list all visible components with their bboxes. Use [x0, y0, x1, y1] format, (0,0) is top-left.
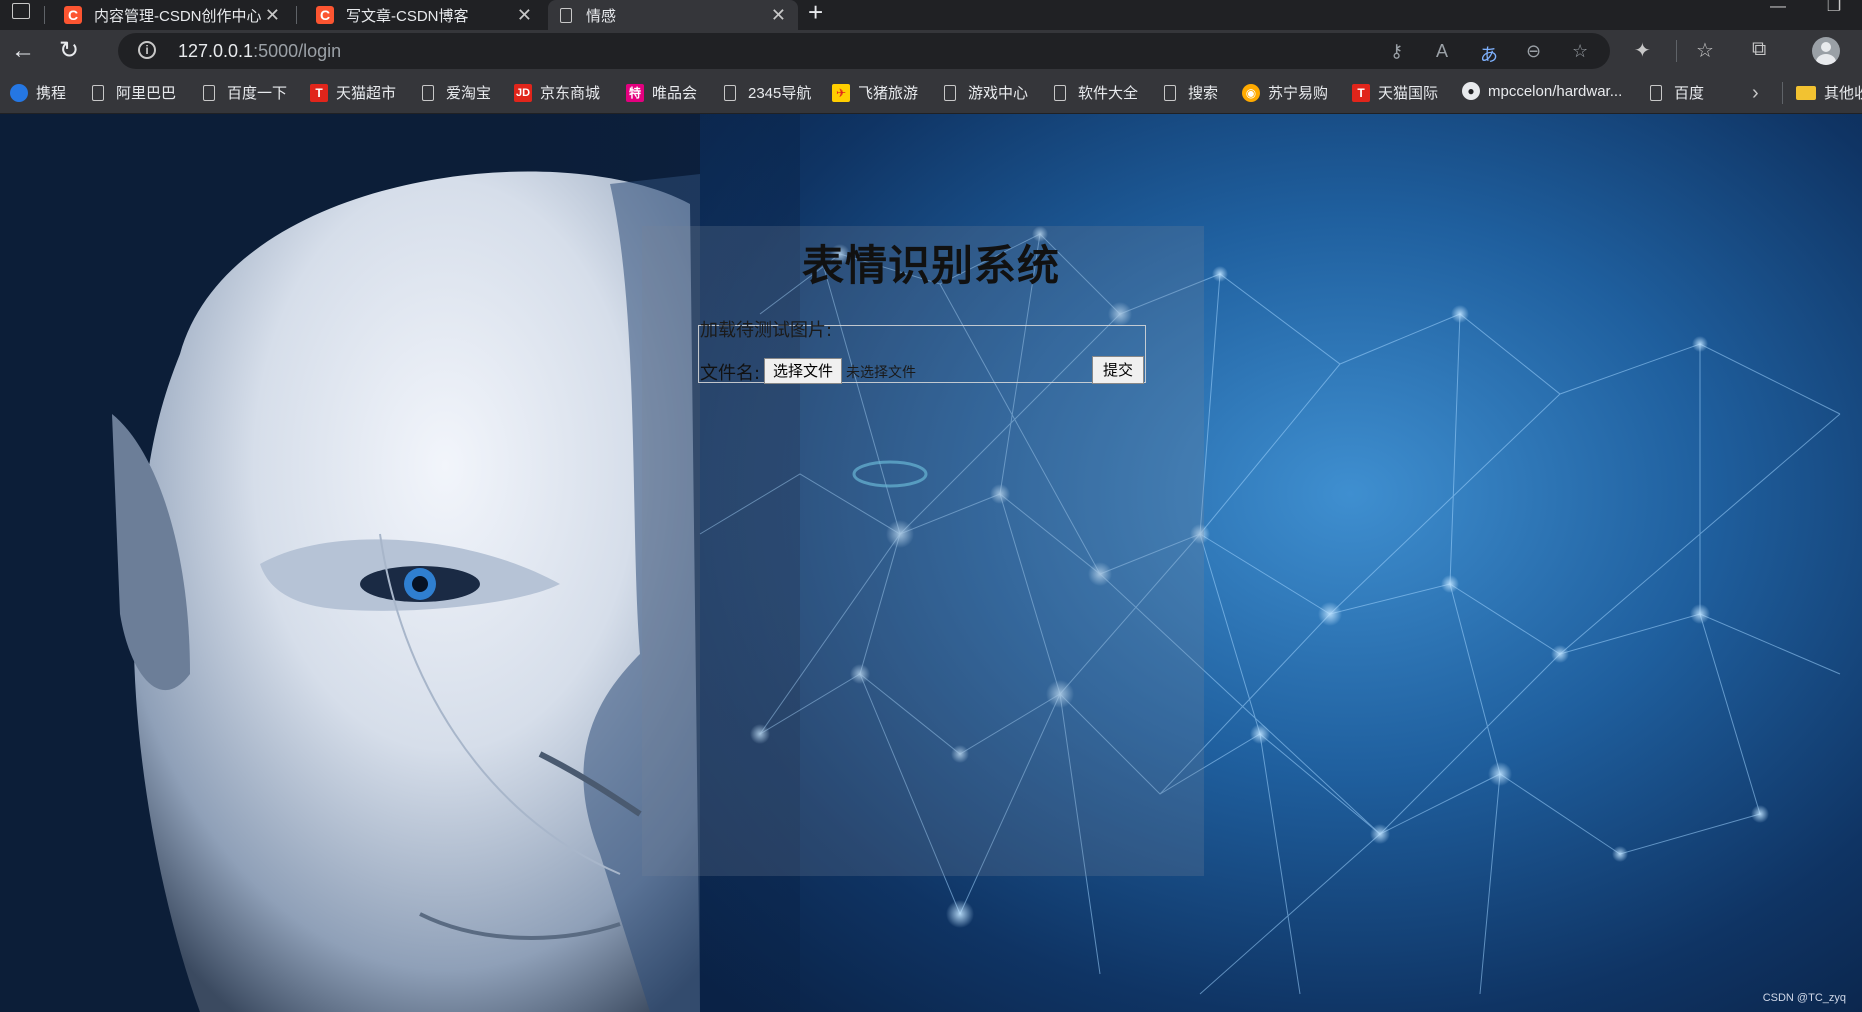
csdn-icon: C: [316, 6, 334, 24]
page-title: 表情识别系统: [801, 241, 1060, 290]
sidebar-toggle-icon[interactable]: [12, 3, 30, 19]
github-icon: ●: [1462, 82, 1480, 100]
toolbar-separator: [1676, 40, 1677, 62]
vip-icon: 特: [626, 83, 644, 102]
key-icon[interactable]: ⚷: [1390, 41, 1403, 62]
bookmark-label: 携程: [36, 85, 67, 102]
zoom-icon[interactable]: ⊖: [1526, 41, 1541, 62]
page-viewport: 表情识别系统 加载待测试图片: 文件名: 选择文件 未选择文件 提交 CSDN …: [0, 114, 1862, 1012]
bookmark-search[interactable]: 搜索: [1164, 82, 1218, 103]
bookmark-baidu-search[interactable]: 百度一下: [203, 82, 287, 103]
restore-icon[interactable]: ❐: [1806, 0, 1862, 30]
bookmark-label: 爱淘宝: [446, 85, 492, 102]
fliggy-icon: ✈: [832, 83, 850, 102]
page-icon: [944, 84, 956, 101]
tab-title: 写文章-CSDN博客: [346, 7, 469, 25]
bookmark-tmall-global[interactable]: T 天猫国际: [1352, 82, 1438, 103]
no-file-selected-text: 未选择文件: [846, 365, 916, 381]
suning-icon: ◉: [1242, 83, 1260, 102]
bookmark-label: 2345导航: [748, 85, 812, 102]
close-icon[interactable]: ✕: [265, 5, 280, 26]
bookmark-label: 天猫超市: [336, 85, 397, 102]
tab-separator: [44, 6, 45, 24]
page-icon: [560, 7, 572, 23]
ctrip-icon: [10, 83, 28, 102]
bookmark-alibaba[interactable]: 阿里巴巴: [92, 82, 176, 103]
favorites-icon[interactable]: ☆: [1696, 38, 1714, 63]
bookmark-label: mpccelon/hardwar...: [1488, 82, 1623, 100]
bookmark-jd[interactable]: JD 京东商城: [514, 82, 600, 103]
choose-file-button[interactable]: 选择文件: [764, 358, 842, 384]
translate-icon[interactable]: あ: [1480, 41, 1498, 67]
tmall-icon: T: [1352, 83, 1370, 102]
bookmark-label: 天猫国际: [1378, 85, 1439, 102]
bookmark-label: 百度一下: [227, 85, 288, 102]
new-tab-button[interactable]: +: [808, 0, 823, 28]
tab-content-manage[interactable]: C 内容管理-CSDN创作中心 ✕: [52, 0, 292, 30]
bookmark-game-center[interactable]: 游戏中心: [944, 82, 1028, 103]
bookmarks-bar: 携程 阿里巴巴 百度一下 T 天猫超市 爱淘宝 JD 京东商城 特唯品会 2345导…: [0, 72, 1862, 114]
bookmark-label: 百度: [1674, 85, 1705, 102]
bookmark-label: 唯品会: [652, 85, 698, 102]
tab-title: 情感: [586, 7, 617, 25]
page-icon: [1054, 84, 1066, 101]
close-icon[interactable]: ✕: [771, 5, 786, 26]
filename-label: 文件名:: [700, 363, 761, 384]
close-icon[interactable]: ✕: [517, 5, 532, 26]
bookmark-label: 软件大全: [1078, 85, 1139, 102]
bookmark-label: 京东商城: [540, 85, 601, 102]
bookmark-separator: [1782, 82, 1783, 104]
page-icon: [422, 84, 434, 101]
add-favorite-icon[interactable]: ☆: [1572, 41, 1588, 62]
page-icon: [203, 84, 215, 101]
reload-icon[interactable]: ↻: [54, 37, 84, 65]
chevron-right-icon[interactable]: ›: [1752, 82, 1759, 105]
tab-title: 内容管理-CSDN创作中心: [94, 7, 262, 25]
bookmark-baidu[interactable]: 百度: [1650, 82, 1704, 103]
address-url[interactable]: 127.0.0.1:5000/login: [178, 41, 341, 62]
bookmark-label: 其他收: [1824, 85, 1862, 102]
bookmark-fliggy[interactable]: ✈ 飞猪旅游: [832, 82, 918, 103]
bookmark-vip[interactable]: 特唯品会: [626, 82, 697, 103]
bookmark-label: 游戏中心: [968, 85, 1029, 102]
bookmark-label: 飞猪旅游: [858, 85, 919, 102]
submit-button[interactable]: 提交: [1092, 356, 1144, 384]
tab-write-article[interactable]: C 写文章-CSDN博客 ✕: [304, 0, 544, 30]
bookmark-ctrip[interactable]: 携程: [10, 82, 66, 103]
bookmark-tmall-supermarket[interactable]: T 天猫超市: [310, 82, 396, 103]
bookmark-other-folder[interactable]: 其他收: [1796, 82, 1862, 103]
bookmark-label: 苏宁易购: [1268, 85, 1329, 102]
load-image-label: 加载待测试图片:: [700, 320, 833, 341]
back-icon[interactable]: ←: [8, 37, 38, 65]
page-icon: [724, 84, 736, 101]
page-icon: [1650, 84, 1662, 101]
read-aloud-icon[interactable]: A: [1436, 41, 1448, 62]
bookmark-ai-taobao[interactable]: 爱淘宝: [422, 82, 491, 103]
profile-avatar[interactable]: [1812, 37, 1840, 65]
bookmark-label: 搜索: [1188, 85, 1219, 102]
tab-emotion[interactable]: 情感 ✕: [548, 0, 798, 30]
browser-toolbar: ← ↻ i 127.0.0.1:5000/login ⚷ A あ ⊖ ☆ ✦ ☆…: [0, 30, 1862, 72]
minimize-icon[interactable]: —: [1750, 0, 1806, 30]
page-icon: [1164, 84, 1176, 101]
folder-icon: [1796, 85, 1816, 100]
tab-separator: [296, 6, 297, 24]
bookmark-github[interactable]: ● mpccelon/hardwar...: [1462, 82, 1622, 100]
address-bar[interactable]: i 127.0.0.1:5000/login ⚷ A あ ⊖ ☆: [118, 33, 1610, 69]
site-info-icon[interactable]: i: [138, 41, 156, 59]
page-icon: [92, 84, 104, 101]
bookmark-label: 阿里巴巴: [116, 85, 177, 102]
tmall-icon: T: [310, 83, 328, 102]
csdn-icon: C: [64, 6, 82, 24]
bookmark-2345[interactable]: 2345导航: [724, 82, 811, 103]
bookmark-software[interactable]: 软件大全: [1054, 82, 1138, 103]
watermark-text: CSDN @TC_zyq: [1762, 992, 1846, 1004]
extensions-icon[interactable]: ✦: [1634, 38, 1651, 63]
tab-strip: C 内容管理-CSDN创作中心 ✕ C 写文章-CSDN博客 ✕ 情感 ✕ + …: [0, 0, 1862, 30]
bookmark-suning[interactable]: ◉ 苏宁易购: [1242, 82, 1328, 103]
collections-icon[interactable]: ⧉: [1752, 38, 1766, 61]
jd-icon: JD: [514, 83, 532, 102]
window-controls: — ❐: [1750, 0, 1862, 30]
